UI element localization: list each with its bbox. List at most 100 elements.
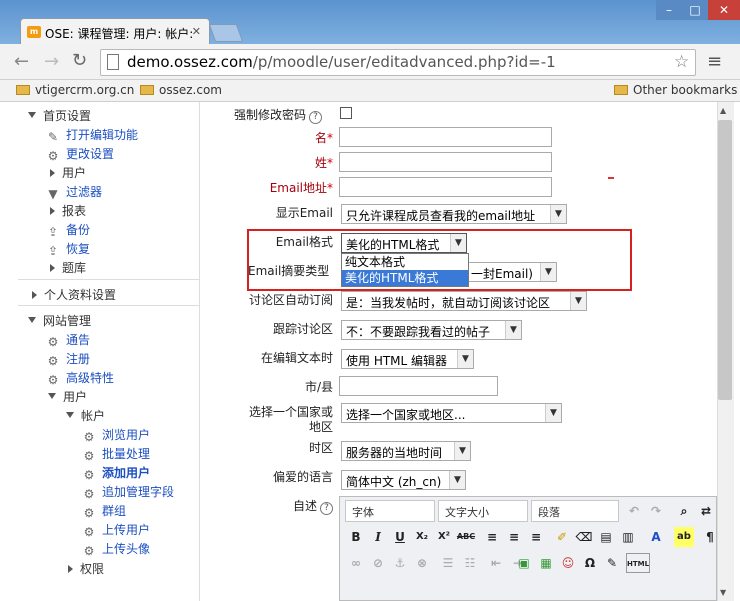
triangle-down-icon — [28, 112, 36, 118]
timezone-select[interactable]: 服务器的当地时间 ▼ — [341, 441, 471, 461]
subscript-icon[interactable]: X₂ — [412, 527, 432, 547]
sidebar-item-editing-on[interactable]: ✎ 打开编辑功能 — [46, 126, 138, 144]
sidebar-item-users-admin[interactable]: 用户 — [48, 388, 87, 405]
reload-icon[interactable]: ↻ — [72, 50, 87, 71]
gear-icon: ⚙ — [83, 525, 95, 539]
menu-icon[interactable]: ≡ — [707, 51, 722, 72]
mailformat-dropdown[interactable]: 纯文本格式 美化的HTML格式 — [341, 253, 469, 287]
sidebar-item-cohorts[interactable]: ⚙ 群组 — [82, 502, 126, 520]
bookmark-star-icon[interactable]: ☆ — [674, 52, 689, 72]
sidebar-item-notifications[interactable]: ⚙ 通告 — [46, 331, 90, 349]
maximize-button[interactable]: □ — [682, 0, 708, 20]
sidebar-item-advanced-features[interactable]: ⚙ 高级特性 — [46, 369, 114, 387]
minimize-button[interactable]: – — [656, 0, 682, 20]
sidebar-item-permissions[interactable]: 权限 — [68, 560, 104, 577]
font-family-select[interactable]: 字体 — [345, 500, 435, 522]
align-center-icon[interactable]: ≡ — [504, 527, 524, 547]
highlight-color-icon[interactable]: ab — [674, 527, 694, 547]
tab-close-icon[interactable]: ✕ — [192, 25, 201, 38]
sidebar-item-upload-users[interactable]: ⚙ 上传用户 — [82, 521, 150, 539]
paste-word-icon[interactable]: ▥ — [618, 527, 638, 547]
tracking-select[interactable]: 不：不要跟踪我看过的帖子 ▼ — [341, 320, 522, 340]
eraser-icon[interactable]: ⌫ — [574, 527, 594, 547]
text-color-icon[interactable]: A — [646, 527, 666, 547]
bookmark-ossez[interactable]: ossez.com — [140, 83, 222, 97]
bookmark-vtigercrm[interactable]: vtigercrm.org.cn — [16, 83, 134, 97]
spellcheck-icon[interactable]: ✎ — [602, 553, 622, 573]
paste-text-icon[interactable]: ▤ — [596, 527, 616, 547]
sidebar-divider — [18, 279, 199, 280]
force-password-checkbox[interactable] — [340, 107, 352, 119]
rich-text-editor[interactable]: 字体 文字大小 段落 ↶ ↷ ⌕ ⇄ B I U X₂ X² ABC ≡ ≡ ≡… — [339, 496, 717, 601]
outdent-icon[interactable]: ⇤ — [486, 553, 506, 573]
help-icon[interactable]: ? — [309, 111, 323, 124]
find-icon[interactable]: ⌕ — [674, 501, 694, 521]
sidebar-item-profile-fields[interactable]: ⚙ 追加管理字段 — [82, 483, 174, 501]
sidebar-item-question-bank[interactable]: 题库 — [50, 259, 86, 276]
italic-icon[interactable]: I — [368, 527, 388, 547]
sidebar-item-bulk-actions[interactable]: ⚙ 批量处理 — [82, 445, 150, 463]
close-window-button[interactable]: ✕ — [708, 0, 740, 20]
option-plain-text[interactable]: 纯文本格式 — [342, 254, 468, 270]
nolink-icon[interactable]: ⊗ — [412, 553, 432, 573]
scroll-down-icon[interactable]: ▼ — [720, 588, 726, 597]
numbered-list-icon[interactable]: ☷ — [460, 553, 480, 573]
list-icon[interactable]: ☰ — [438, 553, 458, 573]
image-icon[interactable]: ▣ — [514, 553, 534, 573]
link-icon[interactable]: ∞ — [346, 553, 366, 573]
htmleditor-select[interactable]: 使用 HTML 编辑器 ▼ — [341, 349, 474, 369]
email-input[interactable] — [339, 177, 552, 197]
language-select[interactable]: 简体中文 (zh_cn) ▼ — [341, 470, 466, 490]
underline-icon[interactable]: U — [390, 527, 410, 547]
scroll-up-icon[interactable]: ▲ — [720, 106, 726, 115]
bold-icon[interactable]: B — [346, 527, 366, 547]
sidebar-item-restore[interactable]: ⇪ 恢复 — [46, 240, 90, 258]
strikethrough-icon[interactable]: ABC — [456, 527, 476, 547]
sidebar-item-accounts[interactable]: 帐户 — [66, 407, 105, 424]
sidebar-item-edit-settings[interactable]: ⚙ 更改设置 — [46, 145, 114, 163]
font-size-select[interactable]: 文字大小 — [438, 500, 528, 522]
mailformat-select[interactable]: 美化的HTML格式 ▼ — [341, 233, 467, 253]
country-select[interactable]: 选择一个国家或地区... ▼ — [341, 403, 562, 423]
sidebar-item-add-user[interactable]: ⚙ 添加用户 — [82, 464, 150, 482]
emoticon-icon[interactable]: ☺ — [558, 553, 578, 573]
sidebar-item-frontpage-settings[interactable]: 首页设置 — [28, 107, 91, 124]
unlink-icon[interactable]: ⊘ — [368, 553, 388, 573]
browser-tab[interactable]: m OSE: 课程管理: 用户: 帐户: ✕ — [20, 18, 210, 45]
html-source-icon[interactable]: HTML — [626, 553, 650, 573]
superscript-icon[interactable]: X² — [434, 527, 454, 547]
email-display-select[interactable]: 只允许课程成员查看我的email地址 ▼ — [341, 204, 567, 224]
maildigest-select[interactable]: 一封Email) ▼ — [469, 262, 557, 282]
sidebar-item-profile-settings[interactable]: 个人资料设置 — [32, 286, 116, 303]
paragraph-select[interactable]: 段落 — [531, 500, 619, 522]
align-left-icon[interactable]: ≡ — [482, 527, 502, 547]
sidebar-item-filters[interactable]: ▼ 过滤器 — [46, 183, 102, 201]
special-char-icon[interactable]: Ω — [580, 553, 600, 573]
help-icon[interactable]: ? — [320, 502, 333, 515]
media-icon[interactable]: ▦ — [536, 553, 556, 573]
scrollbar-thumb[interactable] — [718, 120, 732, 400]
autosubscribe-select[interactable]: 是：当我发帖时，就自动订阅该讨论区 ▼ — [341, 291, 587, 311]
undo-icon[interactable]: ↶ — [624, 501, 644, 521]
back-icon[interactable]: ← — [14, 51, 29, 72]
sidebar-item-registration[interactable]: ⚙ 注册 — [46, 350, 90, 368]
redo-icon[interactable]: ↷ — [646, 501, 666, 521]
other-bookmarks[interactable]: Other bookmarks — [614, 83, 737, 97]
address-bar[interactable]: demo.ossez.com/p/moodle/user/editadvance… — [100, 49, 696, 76]
align-right-icon[interactable]: ≡ — [526, 527, 546, 547]
replace-icon[interactable]: ⇄ — [696, 501, 716, 521]
clear-format-icon[interactable]: ✐ — [552, 527, 572, 547]
lastname-input[interactable] — [339, 152, 552, 172]
sidebar-item-site-admin[interactable]: 网站管理 — [28, 312, 91, 329]
sidebar-item-users[interactable]: 用户 — [50, 164, 86, 181]
anchor-icon[interactable]: ⚓ — [390, 553, 410, 573]
forward-icon[interactable]: → — [44, 51, 59, 72]
sidebar-item-backup[interactable]: ⇪ 备份 — [46, 221, 90, 239]
sidebar-item-upload-pictures[interactable]: ⚙ 上传头像 — [82, 540, 150, 558]
sidebar-item-reports[interactable]: 报表 — [50, 202, 86, 219]
sidebar-item-browse-users[interactable]: ⚙ 浏览用户 — [82, 426, 150, 444]
option-pretty-html[interactable]: 美化的HTML格式 — [342, 270, 468, 286]
gear-icon: ⚙ — [83, 430, 95, 444]
city-input[interactable] — [339, 376, 498, 396]
firstname-input[interactable] — [339, 127, 552, 147]
